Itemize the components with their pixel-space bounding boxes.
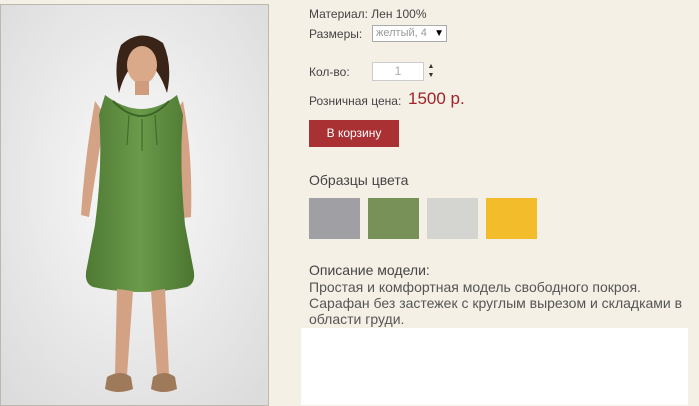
swatches-title: Образцы цвета xyxy=(309,172,409,188)
quantity-label: Кол-во: xyxy=(309,65,350,79)
swatch-light-gray[interactable] xyxy=(427,198,478,239)
description-text: Простая и комфортная модель свободного п… xyxy=(309,279,695,327)
sizes-label: Размеры: xyxy=(309,27,363,41)
quantity-stepper[interactable]: ▲ ▼ xyxy=(427,62,435,81)
stepper-down-icon[interactable]: ▼ xyxy=(427,71,435,80)
dropdown-arrow-icon[interactable]: ▼ xyxy=(434,26,444,41)
swatch-gray[interactable] xyxy=(309,198,360,239)
swatch-yellow[interactable] xyxy=(486,198,537,239)
price-value: 1500 р. xyxy=(408,89,465,108)
size-select-value: желтый, 4 xyxy=(376,27,427,39)
stepper-up-icon[interactable]: ▲ xyxy=(427,62,435,71)
quantity-input[interactable]: 1 xyxy=(372,62,424,81)
blank-panel xyxy=(301,328,688,405)
swatch-green[interactable] xyxy=(368,198,419,239)
description-line-1: Простая и комфортная модель свободного п… xyxy=(309,279,641,295)
size-select[interactable]: желтый, 4 ▼ xyxy=(372,25,447,42)
description-line-2: Сарафан без застежек с круглым вырезом и… xyxy=(309,295,683,327)
add-to-cart-button[interactable]: В корзину xyxy=(309,120,399,147)
dress-model-image xyxy=(1,5,268,405)
material-text: Материал: Лен 100% xyxy=(309,7,427,21)
product-photo[interactable] xyxy=(0,4,269,406)
price-label: Розничная цена: xyxy=(309,94,402,108)
description-title: Описание модели: xyxy=(309,262,430,278)
